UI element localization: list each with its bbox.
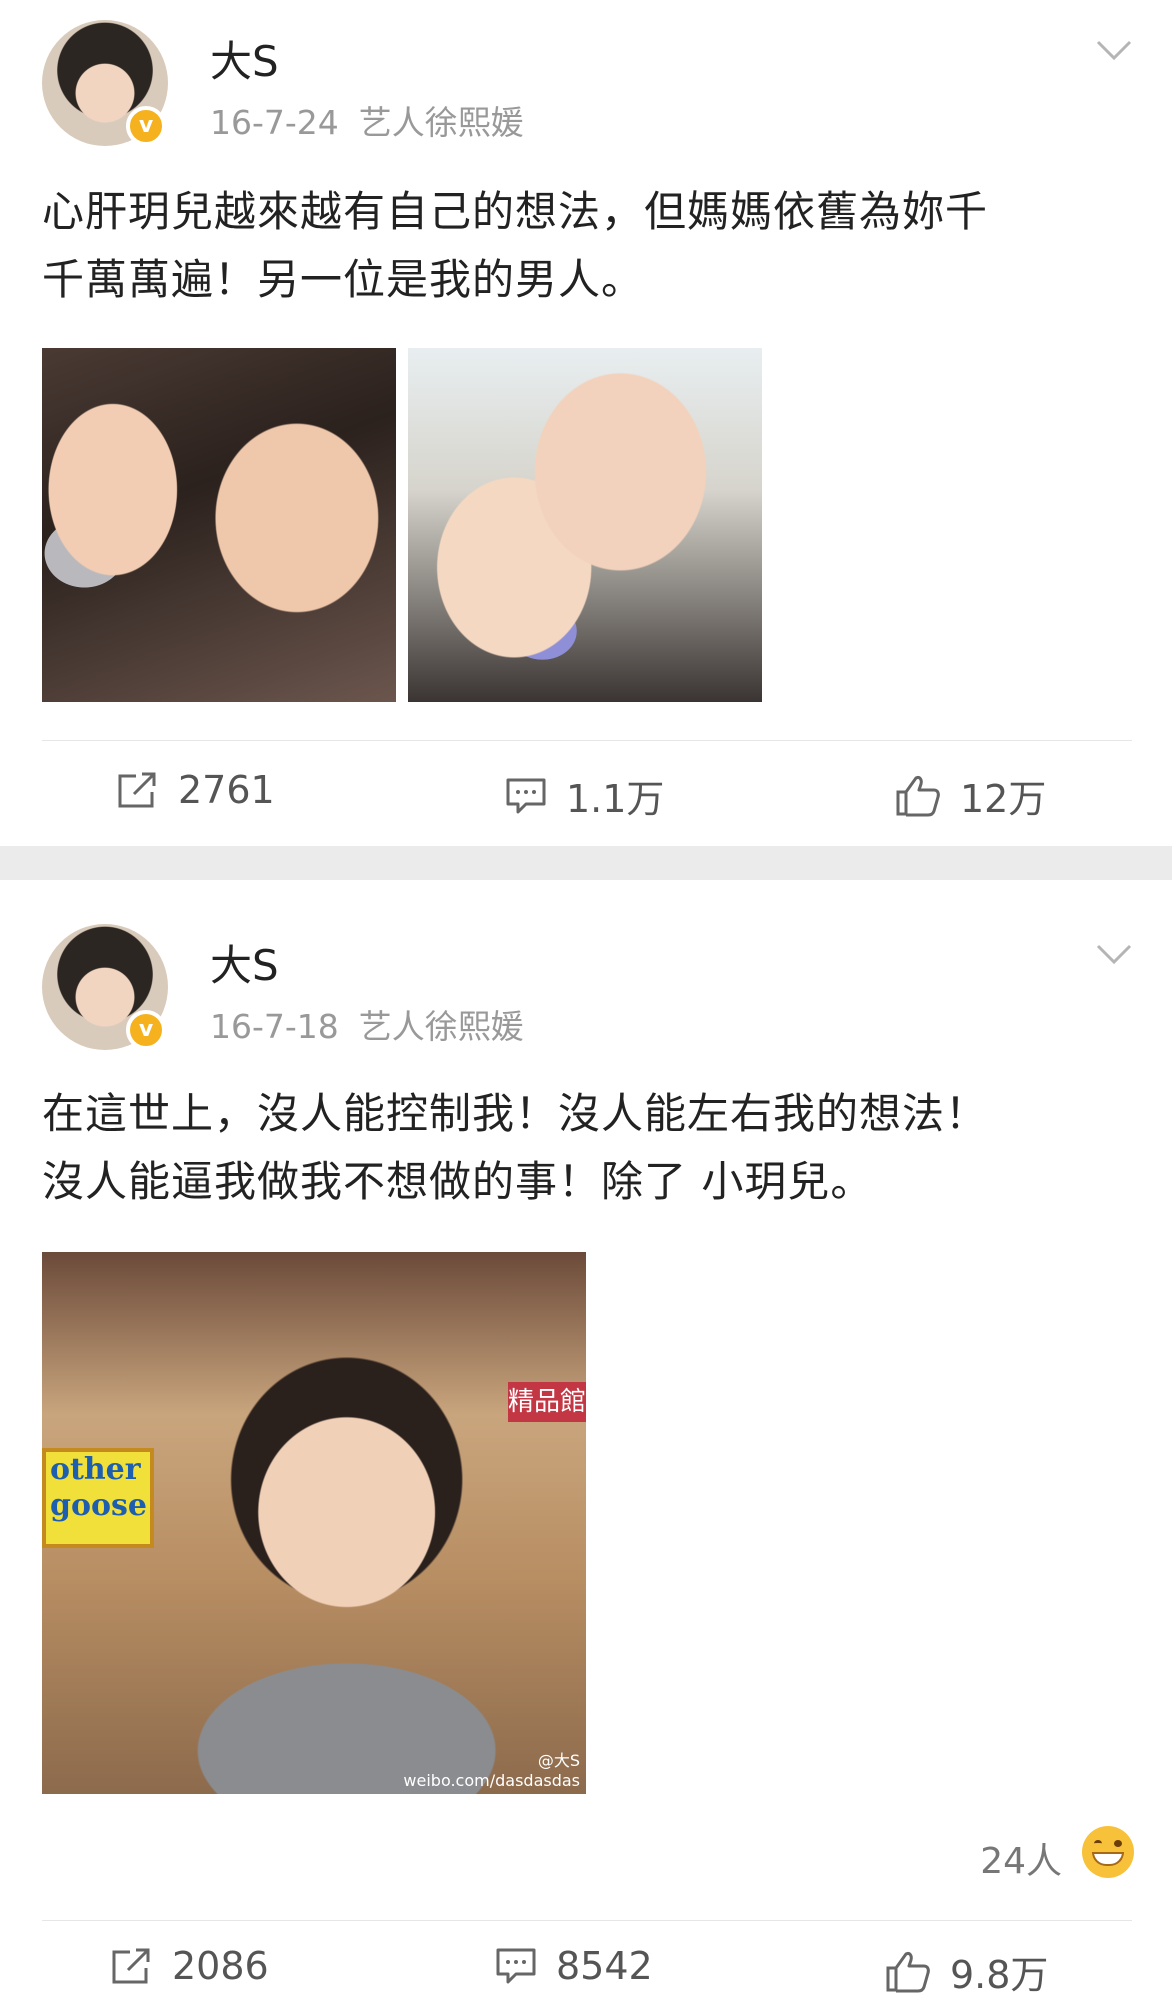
- liker-count[interactable]: 24人: [980, 1832, 1062, 1884]
- weibo-post: v 大S 16-7-24 艺人徐熙媛 心肝玥兒越來越有自己的想法，但媽媽依舊為妳千…: [0, 0, 1172, 846]
- thumbs-up-icon: [896, 775, 940, 816]
- like-count: 12万: [960, 777, 1047, 821]
- verified-badge-icon: v: [126, 1010, 166, 1050]
- verified-badge-icon: v: [126, 106, 166, 146]
- like-button[interactable]: 12万: [894, 768, 1046, 823]
- divider: [42, 1920, 1132, 1921]
- post-meta: 16-7-18 艺人徐熙媛: [210, 1000, 524, 1048]
- comment-count: 8542: [556, 1944, 653, 1988]
- divider: [42, 740, 1132, 741]
- share-icon: [118, 772, 156, 808]
- post-text: 心肝玥兒越來越有自己的想法，但媽媽依舊為妳千 千萬萬遍！另一位是我的男人。: [42, 178, 1132, 314]
- post-photo[interactable]: [408, 348, 762, 702]
- post-date: 16-7-18: [210, 1007, 339, 1046]
- thumbs-up-icon: [886, 1951, 930, 1992]
- comment-button[interactable]: 8542: [494, 1944, 653, 1988]
- post-source: 艺人徐熙媛: [358, 1007, 524, 1046]
- post-date: 16-7-24: [210, 103, 339, 142]
- post-source: 艺人徐熙媛: [358, 103, 524, 142]
- watermark-user: @大S: [537, 1751, 580, 1770]
- repost-count: 2086: [172, 1944, 269, 1988]
- photo-store-text: 精品館: [508, 1382, 586, 1422]
- repost-button[interactable]: 2086: [110, 1944, 269, 1988]
- comment-icon: [506, 778, 546, 813]
- comment-icon: [496, 1948, 536, 1984]
- photo-sign-text: other goose: [42, 1448, 154, 1548]
- repost-button[interactable]: 2761: [116, 768, 275, 812]
- author-name[interactable]: 大S: [210, 28, 279, 89]
- post-photo[interactable]: [42, 348, 396, 702]
- post-text: 在這世上，沒人能控制我！沒人能左右我的想法！ 沒人能逼我做我不想做的事！除了 小…: [42, 1080, 1132, 1216]
- comment-count: 1.1万: [566, 777, 665, 821]
- photo-watermark: @大S weibo.com/dasdasdas: [403, 1747, 580, 1790]
- post-text-line: 沒人能逼我做我不想做的事！除了 小玥兒。: [42, 1157, 874, 1206]
- post-meta: 16-7-24 艺人徐熙媛: [210, 96, 524, 144]
- comment-button[interactable]: 1.1万: [504, 768, 664, 823]
- share-icon: [112, 1948, 150, 1984]
- post-text-line: 千萬萬遍！另一位是我的男人。: [42, 255, 645, 304]
- like-count: 9.8万: [950, 1953, 1049, 1997]
- watermark-url: weibo.com/dasdasdas: [403, 1771, 580, 1790]
- grinning-emoji-icon: [1082, 1826, 1134, 1878]
- feed-separator: [0, 846, 1172, 880]
- post-photo[interactable]: other goose 精品館 @大S weibo.com/dasdasdas: [42, 1252, 586, 1794]
- post-text-line: 在這世上，沒人能控制我！沒人能左右我的想法！: [42, 1089, 989, 1138]
- author-name[interactable]: 大S: [210, 932, 279, 993]
- chevron-down-icon[interactable]: [1094, 934, 1134, 974]
- repost-count: 2761: [178, 768, 275, 812]
- post-text-line: 心肝玥兒越來越有自己的想法，但媽媽依舊為妳千: [42, 187, 989, 236]
- like-button[interactable]: 9.8万: [884, 1944, 1048, 1999]
- chevron-down-icon[interactable]: [1094, 30, 1134, 70]
